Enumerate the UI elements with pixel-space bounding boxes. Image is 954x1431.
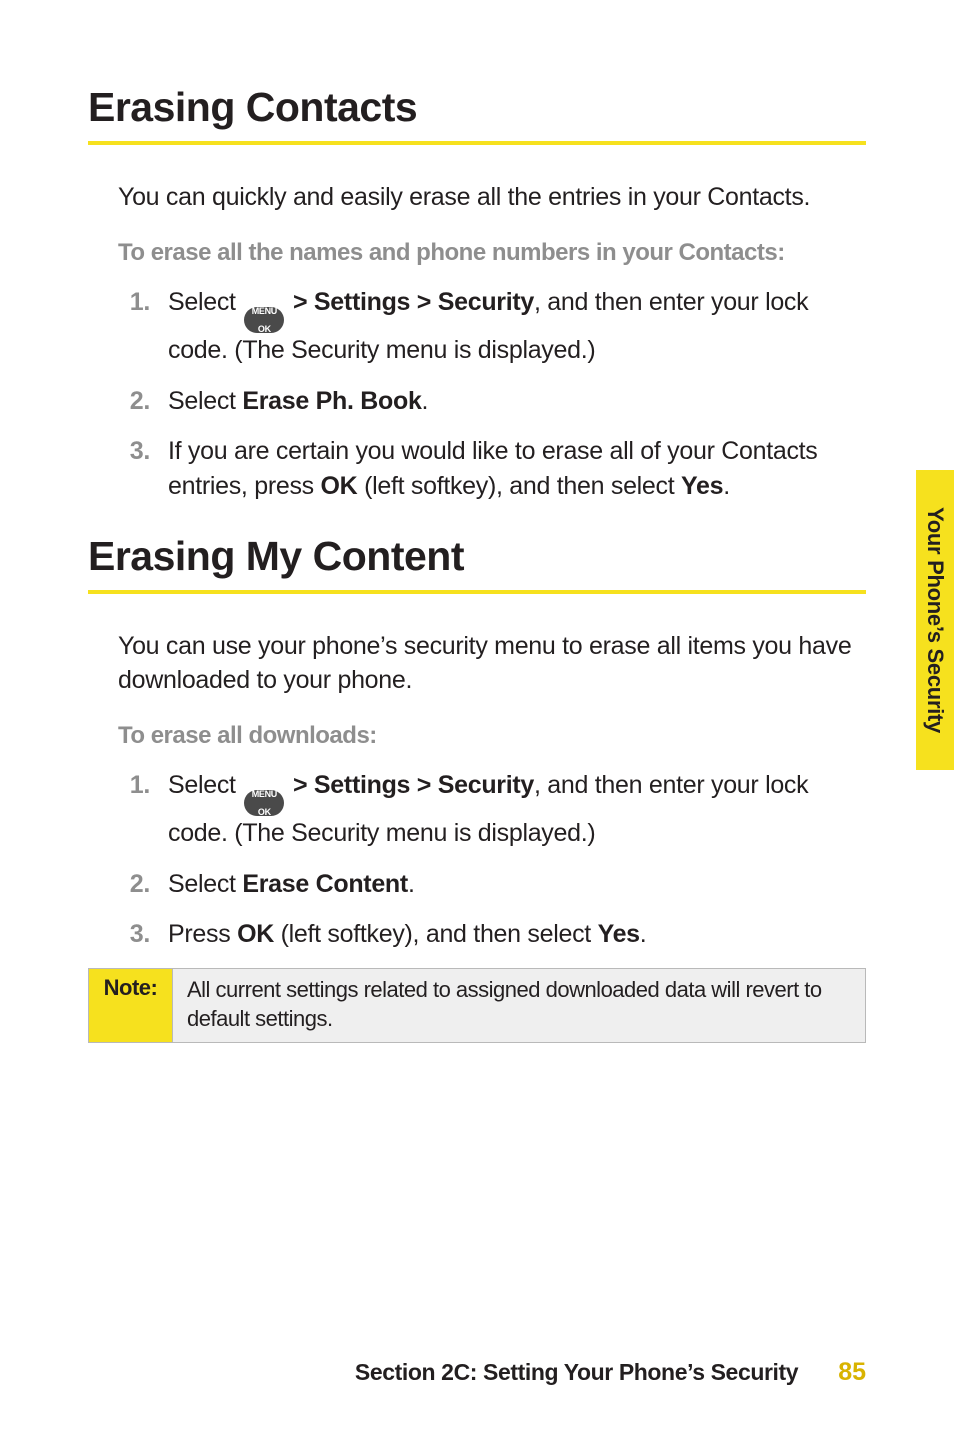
step-body: Select MENUOK > Settings > Security, and… xyxy=(168,768,866,851)
text: Select xyxy=(168,870,242,898)
step-number: 3. xyxy=(118,434,150,503)
list-item: 1. Select MENUOK > Settings > Security, … xyxy=(118,768,866,851)
text: (left softkey), and then select xyxy=(357,472,681,500)
heading-underline xyxy=(88,590,866,594)
step-number: 3. xyxy=(118,917,150,952)
note-text: All current settings related to assigned… xyxy=(173,969,865,1042)
side-tab-label: Your Phone’s Security xyxy=(922,507,948,733)
menu-option: Erase Content xyxy=(242,870,408,898)
text: . xyxy=(723,472,730,500)
icon-bot: OK xyxy=(252,325,277,334)
heading-erasing-my-content: Erasing My Content xyxy=(88,533,866,580)
menu-ok-icon: MENU OK xyxy=(244,790,284,816)
nav-path: > Settings > Security xyxy=(286,288,534,316)
text: . xyxy=(422,387,429,415)
menu-ok-icon: MENU OK xyxy=(244,307,284,333)
icon-bot: OK xyxy=(252,808,277,817)
side-tab: Your Phone’s Security xyxy=(916,470,954,770)
step-number: 2. xyxy=(118,384,150,419)
step-body: Press OK (left softkey), and then select… xyxy=(168,917,866,952)
intro-erasing-my-content: You can use your phone’s security menu t… xyxy=(118,630,866,698)
text: Press xyxy=(168,920,237,948)
page-number: 85 xyxy=(838,1358,866,1387)
list-item: 1. Select MENUOK > Settings > Security, … xyxy=(118,285,866,368)
option-yes: Yes xyxy=(598,920,640,948)
note-label: Note: xyxy=(89,969,173,1042)
softkey-ok: OK xyxy=(321,472,358,500)
nav-path: > Settings > Security xyxy=(286,771,534,799)
text: Select xyxy=(168,288,242,316)
page-footer: Section 2C: Setting Your Phone’s Securit… xyxy=(0,1358,954,1387)
step-number: 1. xyxy=(118,285,150,368)
list-item: 2. Select Erase Content. xyxy=(118,867,866,902)
note-box: Note: All current settings related to as… xyxy=(88,968,866,1043)
subhead-erase-contacts: To erase all the names and phone numbers… xyxy=(118,239,866,267)
text: Select xyxy=(168,771,242,799)
page: Erasing Contacts You can quickly and eas… xyxy=(0,0,954,1431)
list-item: 3. Press OK (left softkey), and then sel… xyxy=(118,917,866,952)
text: (left softkey), and then select xyxy=(274,920,598,948)
text: . xyxy=(408,870,415,898)
icon-top: MENU xyxy=(252,307,277,316)
step-body: Select MENUOK > Settings > Security, and… xyxy=(168,285,866,368)
heading-erasing-contacts: Erasing Contacts xyxy=(88,84,866,131)
icon-top: MENU xyxy=(252,790,277,799)
steps-erasing-my-content: 1. Select MENUOK > Settings > Security, … xyxy=(118,768,866,952)
list-item: 3. If you are certain you would like to … xyxy=(118,434,866,503)
text: . xyxy=(640,920,647,948)
step-number: 1. xyxy=(118,768,150,851)
footer-section-title: Section 2C: Setting Your Phone’s Securit… xyxy=(355,1359,798,1386)
list-item: 2. Select Erase Ph. Book. xyxy=(118,384,866,419)
menu-option: Erase Ph. Book xyxy=(242,387,421,415)
intro-erasing-contacts: You can quickly and easily erase all the… xyxy=(118,181,866,215)
subhead-erase-downloads: To erase all downloads: xyxy=(118,722,866,750)
step-number: 2. xyxy=(118,867,150,902)
step-body: If you are certain you would like to era… xyxy=(168,434,866,503)
softkey-ok: OK xyxy=(237,920,274,948)
steps-erasing-contacts: 1. Select MENUOK > Settings > Security, … xyxy=(118,285,866,504)
text: Select xyxy=(168,387,242,415)
step-body: Select Erase Ph. Book. xyxy=(168,384,866,419)
step-body: Select Erase Content. xyxy=(168,867,866,902)
option-yes: Yes xyxy=(681,472,723,500)
heading-underline xyxy=(88,141,866,145)
